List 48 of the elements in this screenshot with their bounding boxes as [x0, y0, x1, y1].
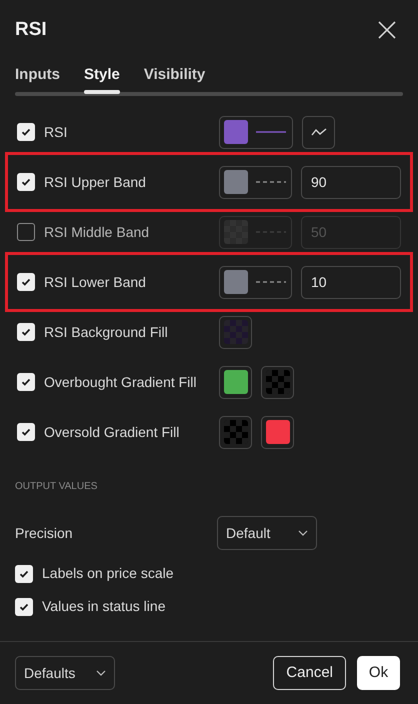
- tab[interactable]: Style: [84, 58, 120, 92]
- check-icon: [20, 376, 32, 388]
- row-label: RSI Middle Band: [44, 222, 150, 242]
- color-line-picker[interactable]: [219, 116, 293, 148]
- color-line-picker[interactable]: [219, 266, 292, 298]
- defaults-dropdown[interactable]: Defaults: [15, 656, 115, 690]
- ok-button[interactable]: Ok: [357, 656, 400, 690]
- checkbox[interactable]: [17, 423, 35, 441]
- cancel-button[interactable]: Cancel: [273, 656, 346, 690]
- option-label: Labels on price scale: [42, 564, 174, 583]
- swatch-button[interactable]: [219, 416, 252, 448]
- checkbox[interactable]: [17, 173, 35, 191]
- check-icon: [20, 326, 32, 338]
- check-icon: [20, 426, 32, 438]
- check-icon: [20, 276, 32, 288]
- checkbox[interactable]: [17, 373, 35, 391]
- row-label: RSI Background Fill: [44, 322, 169, 342]
- checkbox[interactable]: [15, 564, 33, 582]
- checkbox[interactable]: [17, 323, 35, 341]
- value-field[interactable]: 90: [301, 166, 401, 198]
- row-label: Oversold Gradient Fill: [44, 422, 180, 442]
- chevron-down-icon: [298, 530, 308, 536]
- section-heading: OUTPUT VALUES: [15, 480, 98, 494]
- swatch-button[interactable]: [219, 316, 252, 348]
- tab[interactable]: Inputs: [15, 58, 60, 92]
- tab[interactable]: Visibility: [144, 58, 206, 92]
- row-label: Overbought Gradient Fill: [44, 372, 198, 392]
- chevron-down-icon: [96, 670, 106, 676]
- check-icon: [20, 126, 32, 138]
- swatch-button[interactable]: [219, 366, 252, 398]
- check-icon: [20, 176, 32, 188]
- option-label: Values in status line: [42, 597, 166, 616]
- row-label: RSI Lower Band: [44, 272, 147, 292]
- precision-dropdown[interactable]: Default: [217, 516, 317, 550]
- color-line-picker[interactable]: [219, 166, 292, 198]
- dialog-title: RSI: [15, 18, 47, 42]
- row-label: RSI Upper Band: [44, 172, 147, 192]
- precision-label: Precision: [15, 524, 74, 542]
- value-field[interactable]: 10: [301, 266, 401, 298]
- swatch-button[interactable]: [261, 366, 294, 398]
- row-label: RSI: [44, 122, 68, 142]
- close-icon[interactable]: [378, 21, 396, 39]
- checkbox[interactable]: [15, 598, 33, 616]
- plot-type-button[interactable]: [302, 116, 335, 148]
- wave-icon: [310, 127, 326, 137]
- checkbox[interactable]: [17, 273, 35, 291]
- swatch-button[interactable]: [261, 416, 294, 448]
- checkbox[interactable]: [17, 123, 35, 141]
